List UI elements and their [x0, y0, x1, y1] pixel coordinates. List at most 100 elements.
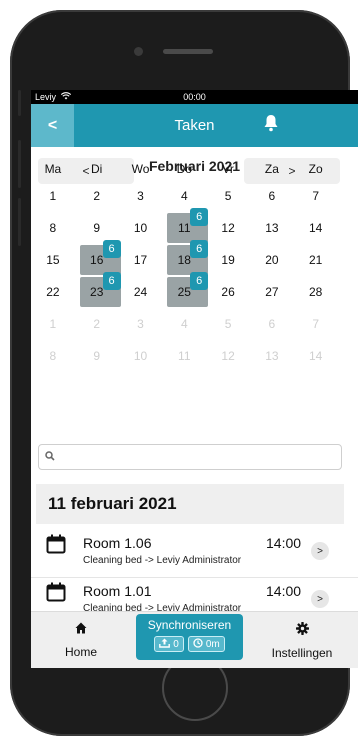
- day-number: 16: [90, 253, 104, 267]
- day-number: 15: [46, 253, 60, 267]
- task-count-badge: 6: [102, 272, 121, 290]
- day-number: 8: [49, 221, 57, 235]
- weekday-label: Zo: [308, 162, 323, 176]
- day-number: 6: [268, 317, 276, 331]
- day-number: 6: [268, 189, 276, 203]
- day-number: 5: [224, 189, 232, 203]
- day-number: 9: [93, 349, 101, 363]
- day-number: 28: [309, 285, 323, 299]
- calendar-day[interactable]: 14: [294, 340, 338, 372]
- day-number: 17: [133, 253, 148, 267]
- day-number: 5: [224, 317, 232, 331]
- task-room: Room 1.01: [83, 583, 152, 599]
- calendar-day[interactable]: 2: [75, 180, 119, 212]
- calendar-week: 1 2 3 4 5 6 7: [31, 308, 358, 340]
- search-input[interactable]: [61, 451, 321, 463]
- calendar-day[interactable]: 26: [206, 276, 250, 308]
- calendar-day[interactable]: 28: [294, 276, 338, 308]
- day-number: 26: [221, 285, 235, 299]
- volume-up-button: [18, 140, 21, 188]
- last-sync-pill: 0m: [187, 636, 225, 652]
- earpiece-speaker: [163, 49, 213, 54]
- sync-button[interactable]: Synchroniseren 0 0m: [136, 614, 243, 660]
- day-number: 9: [93, 221, 101, 235]
- calendar-day[interactable]: 11: [162, 340, 206, 372]
- day-number: 12: [221, 349, 235, 363]
- calendar-day[interactable]: 12: [206, 340, 250, 372]
- calendar-day[interactable]: 20: [250, 244, 294, 276]
- calendar-day[interactable]: 24: [119, 276, 163, 308]
- app-screen: Leviy 00:00 < Taken < Februari 2021 > Ma…: [31, 90, 358, 668]
- calendar-day[interactable]: 27: [250, 276, 294, 308]
- calendar-day-with-tasks[interactable]: 25 6: [162, 272, 209, 308]
- search-field[interactable]: [38, 444, 342, 470]
- task-count-badge: 6: [190, 208, 209, 226]
- calendar-day[interactable]: 1: [31, 180, 75, 212]
- calendar-icon: [46, 582, 66, 607]
- calendar-week: 8 9 10 11 12 13 14: [31, 340, 358, 372]
- calendar-day[interactable]: 3: [119, 308, 163, 340]
- calendar-day-with-tasks[interactable]: 23 6: [75, 272, 121, 308]
- calendar-day[interactable]: 7: [294, 180, 338, 212]
- calendar-day[interactable]: 3: [119, 180, 163, 212]
- day-number: 18: [177, 253, 191, 267]
- calendar-day[interactable]: 22: [31, 276, 75, 308]
- task-time: 14:00: [266, 583, 302, 599]
- weekday-label: Wo: [131, 162, 150, 176]
- calendar-day[interactable]: 5: [206, 308, 250, 340]
- day-number: 27: [265, 285, 279, 299]
- task-time: 14:00: [266, 535, 302, 551]
- day-number: 3: [137, 189, 144, 203]
- day-number: 23: [90, 285, 104, 299]
- day-number: 13: [265, 221, 279, 235]
- upload-icon: [159, 638, 171, 651]
- day-number: 14: [309, 221, 323, 235]
- task-count-badge: 6: [190, 272, 209, 290]
- calendar-day[interactable]: 5: [206, 180, 250, 212]
- calendar-day[interactable]: 10: [119, 212, 163, 244]
- sync-title: Synchroniseren: [147, 618, 232, 632]
- calendar-day[interactable]: 8: [31, 340, 75, 372]
- calendar-grid: Ma Di Wo Do Vr Za Zo 1 2 3 4 5 6 7 8 9 10 11 6 12 13 14 15 16 6…: [31, 158, 358, 372]
- weekday-label: Ma: [44, 162, 62, 176]
- upload-count: 0: [173, 638, 179, 650]
- calendar-day[interactable]: 21: [294, 244, 338, 276]
- day-number: 2: [93, 189, 101, 203]
- task-open-button[interactable]: >: [311, 590, 329, 608]
- notifications-bell-icon[interactable]: [263, 114, 279, 137]
- calendar-day[interactable]: 7: [294, 308, 338, 340]
- tab-home[interactable]: Home: [59, 612, 103, 668]
- calendar-day[interactable]: 19: [206, 244, 250, 276]
- day-number: 8: [49, 349, 57, 363]
- calendar-day[interactable]: 14: [294, 212, 338, 244]
- calendar-day[interactable]: 10: [119, 340, 163, 372]
- day-number: 10: [133, 349, 148, 363]
- tab-home-label: Home: [64, 645, 97, 659]
- selected-day-title: 11 februari 2021: [36, 484, 344, 524]
- calendar-day[interactable]: 15: [31, 244, 75, 276]
- calendar-icon: [46, 534, 66, 559]
- calendar-day[interactable]: 12: [206, 212, 250, 244]
- mute-switch: [18, 90, 21, 116]
- calendar-day[interactable]: 2: [75, 308, 119, 340]
- task-open-button[interactable]: >: [311, 542, 329, 560]
- weekday-label: Za: [264, 162, 279, 176]
- day-number: 20: [265, 253, 279, 267]
- calendar-day[interactable]: 1: [31, 308, 75, 340]
- calendar-day[interactable]: 13: [250, 340, 294, 372]
- day-number: 4: [180, 189, 188, 203]
- calendar-day[interactable]: 13: [250, 212, 294, 244]
- day-number: 25: [177, 285, 191, 299]
- calendar-day[interactable]: 6: [250, 308, 294, 340]
- day-number: 19: [221, 253, 235, 267]
- tab-settings[interactable]: Instellingen: [266, 612, 338, 668]
- day-number: 11: [178, 221, 191, 235]
- calendar-day[interactable]: 6: [250, 180, 294, 212]
- calendar-day[interactable]: 4: [162, 308, 206, 340]
- calendar-day[interactable]: 9: [75, 340, 119, 372]
- task-item[interactable]: Room 1.06 Cleaning bed -> Leviy Administr…: [31, 530, 358, 578]
- calendar-day[interactable]: 17: [119, 244, 163, 276]
- calendar-day[interactable]: 8: [31, 212, 75, 244]
- day-number: 4: [180, 317, 188, 331]
- upload-count-pill: 0: [154, 636, 184, 652]
